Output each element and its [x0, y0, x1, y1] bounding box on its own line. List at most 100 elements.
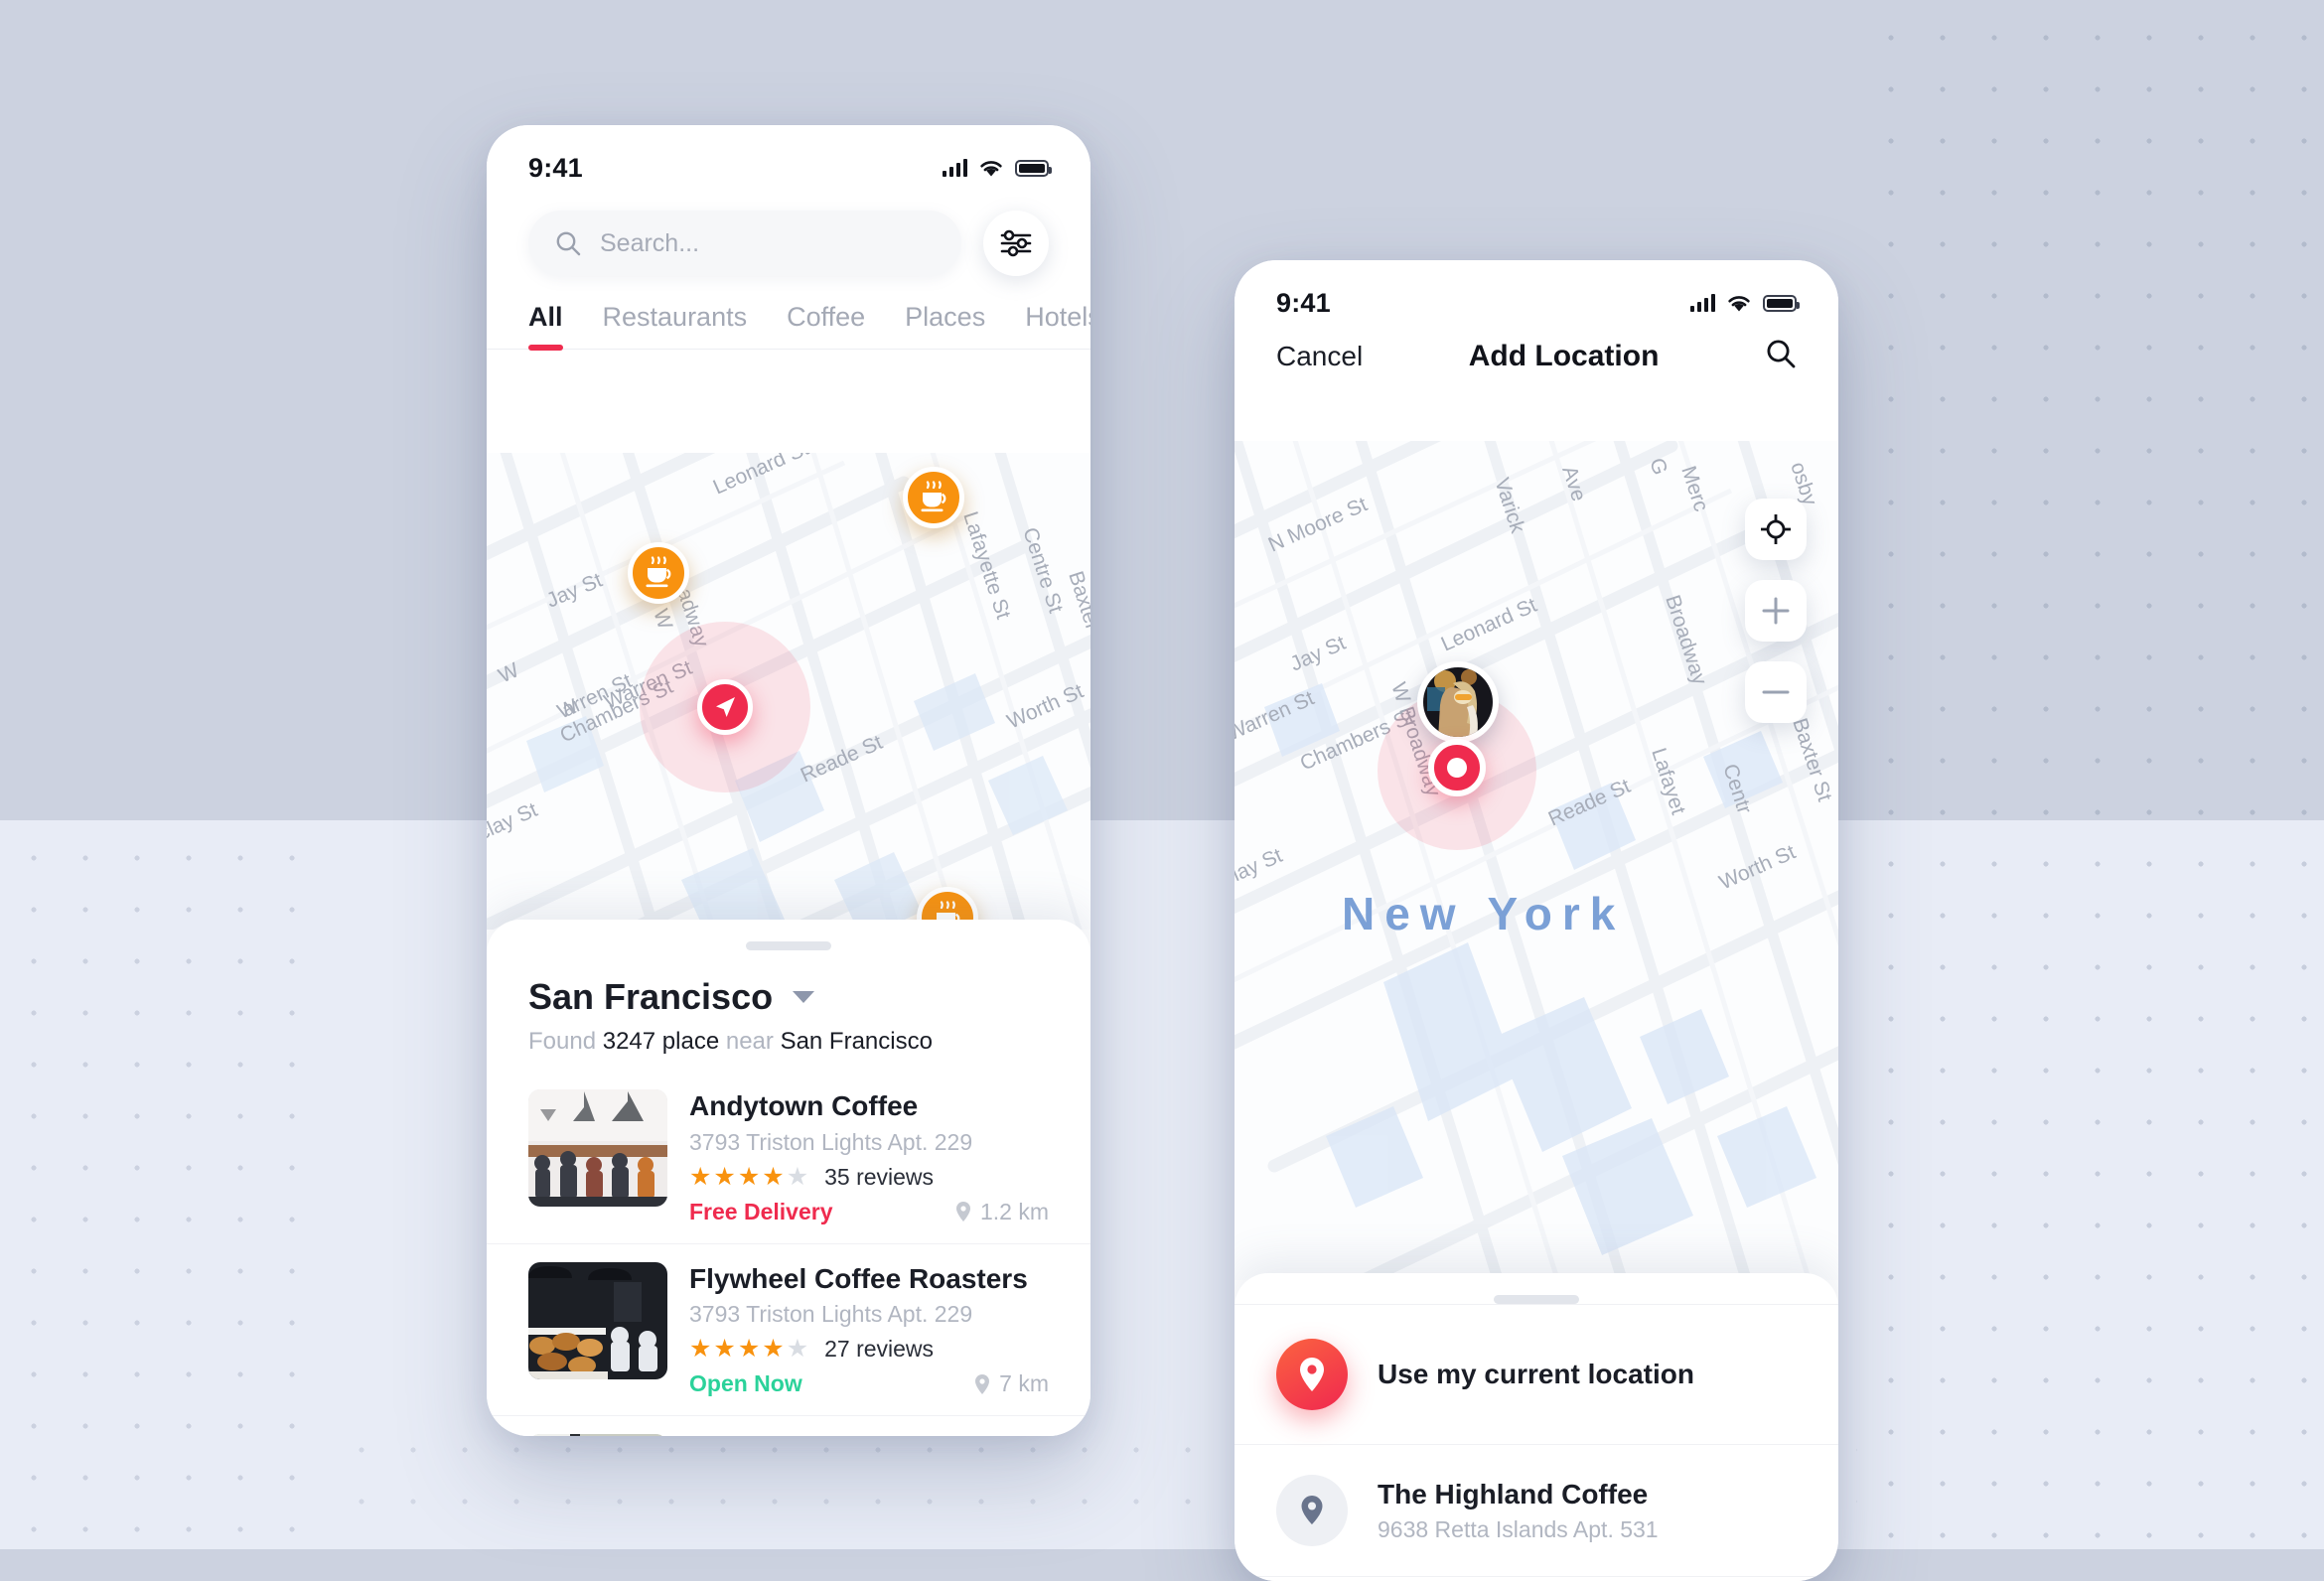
selected-location-marker[interactable]	[1428, 739, 1486, 796]
star-icon-empty: ★	[786, 1162, 809, 1191]
map-marker-coffee-1[interactable]	[628, 542, 689, 604]
place-list-item[interactable]: Mazarine Coffee 3793 Triston Lights Apt.…	[487, 1415, 1090, 1436]
star-icon: ★	[713, 1335, 736, 1364]
place-rating: ★ ★ ★ ★ ★ 35 reviews	[689, 1164, 1049, 1191]
map-pin-icon	[975, 1373, 990, 1394]
place-rating: ★ ★ ★ ★ ★ 27 reviews	[689, 1336, 1049, 1363]
cancel-button[interactable]: Cancel	[1276, 341, 1363, 372]
status-icons	[1690, 294, 1800, 313]
cellular-signal-icon	[943, 159, 967, 177]
tab-hotels[interactable]: Hotels	[1025, 302, 1090, 349]
place-info: Mazarine Coffee 3793 Triston Lights Apt.…	[689, 1434, 1049, 1436]
star-icon: ★	[762, 1335, 785, 1364]
navigation-arrow-icon	[716, 697, 735, 717]
place-meta: Open Now 7 km	[689, 1370, 1049, 1397]
place-address: 3793 Triston Lights Apt. 229	[689, 1301, 973, 1328]
search-input[interactable]	[600, 228, 936, 258]
current-location-icon-badge	[1276, 1339, 1348, 1410]
star-icon: ★	[689, 1335, 712, 1364]
location-list-item[interactable]: The Highland Coffee 9638 Retta Islands A…	[1235, 1444, 1838, 1576]
page-title: Add Location	[1468, 339, 1660, 372]
location-name: The Highland Coffee	[1378, 1478, 1649, 1509]
tab-places[interactable]: Places	[905, 302, 985, 349]
background-dot-pattern-left	[0, 820, 328, 1549]
phone-screen-add-location: 9:41 Cancel Add Location N Moore St Vari…	[1235, 260, 1838, 1581]
crosshair-icon	[1761, 514, 1791, 544]
phone-screen-discover: 9:41 Search... All Restaurants Coffee Pl…	[487, 125, 1090, 1436]
tab-coffee[interactable]: Coffee	[787, 302, 865, 349]
user-avatar-marker[interactable]	[1417, 661, 1499, 743]
drag-handle[interactable]	[746, 941, 831, 950]
minus-icon	[1762, 690, 1790, 694]
status-icons	[943, 159, 1052, 178]
filter-button[interactable]	[983, 211, 1049, 276]
locate-me-button[interactable]	[1745, 499, 1807, 560]
wifi-icon	[1728, 295, 1750, 311]
place-name: Flywheel Coffee Roasters	[689, 1262, 1028, 1294]
storefront-photo	[528, 1434, 667, 1436]
search-icon	[1767, 340, 1796, 368]
place-name: Mazarine Coffee	[689, 1434, 1049, 1436]
cellular-signal-icon	[1690, 294, 1715, 312]
map-pin-icon	[1300, 1358, 1324, 1391]
drag-handle[interactable]	[1494, 1295, 1579, 1304]
place-info: Flywheel Coffee Roasters 3793 Triston Li…	[689, 1262, 1049, 1398]
location-bottom-sheet: Use my current location The Highland Cof…	[1235, 1273, 1838, 1581]
found-city: San Francisco	[780, 1028, 933, 1055]
status-time: 9:41	[528, 152, 583, 183]
current-location-marker[interactable]	[697, 679, 753, 735]
results-bottom-sheet: San Francisco Found 3247 place near San …	[487, 920, 1090, 1436]
map-marker-coffee-2[interactable]	[903, 467, 964, 528]
location-address: 9638 Retta Islands Apt. 531	[1378, 1516, 1659, 1543]
status-badge: Free Delivery	[689, 1198, 833, 1224]
location-list-item[interactable]: Sightglass Coffee 769 Isadore Isle Suite…	[1235, 1576, 1838, 1581]
tab-all[interactable]: All	[528, 302, 563, 351]
found-mid: near	[725, 1028, 774, 1055]
star-rating: ★ ★ ★ ★ ★	[689, 1337, 808, 1362]
results-summary: Found 3247 place near San Francisco	[487, 1018, 1090, 1056]
zoom-in-button[interactable]	[1745, 580, 1807, 642]
review-count: 35 reviews	[824, 1163, 935, 1190]
star-icon: ★	[689, 1162, 712, 1191]
place-distance: 7 km	[973, 1370, 1049, 1397]
city-selector[interactable]: San Francisco	[487, 950, 1090, 1018]
battery-icon	[1763, 294, 1800, 312]
map-controls	[1745, 499, 1807, 723]
status-time: 9:41	[1276, 287, 1331, 318]
star-icon: ★	[762, 1162, 785, 1191]
found-count: 3247 place	[602, 1028, 720, 1055]
search-box[interactable]	[528, 211, 961, 276]
star-icon: ★	[713, 1162, 736, 1191]
status-badge: Open Now	[689, 1370, 802, 1397]
battery-icon	[1015, 159, 1052, 177]
wifi-icon	[980, 160, 1002, 176]
place-list-item[interactable]: Andytown Coffee 3793 Triston Lights Apt.…	[487, 1072, 1090, 1243]
distance-value: 7 km	[999, 1370, 1049, 1397]
tab-restaurants[interactable]: Restaurants	[603, 302, 748, 349]
location-icon-badge	[1276, 1475, 1348, 1546]
location-text: The Highland Coffee 9638 Retta Islands A…	[1378, 1478, 1659, 1544]
place-list-item[interactable]: Flywheel Coffee Roasters 3793 Triston Li…	[487, 1242, 1090, 1416]
map-canvas-add-location[interactable]: N Moore St Varick Ave G Merc osby Jay St…	[1235, 441, 1838, 1280]
chevron-down-icon[interactable]	[793, 991, 815, 1003]
category-tabs: All Restaurants Coffee Places Hotels	[487, 276, 1090, 351]
avatar	[1423, 667, 1493, 737]
use-current-location-item[interactable]: Use my current location	[1235, 1304, 1838, 1444]
map-canvas-discover[interactable]: Jay St Warren St W W arren St Chambers S…	[487, 453, 1090, 930]
zoom-out-button[interactable]	[1745, 661, 1807, 723]
coffee-cup-icon	[921, 481, 946, 512]
coffee-cup-icon	[646, 556, 671, 588]
city-name: San Francisco	[528, 976, 774, 1017]
place-list: Andytown Coffee 3793 Triston Lights Apt.…	[487, 1072, 1090, 1436]
star-rating: ★ ★ ★ ★ ★	[689, 1162, 809, 1191]
status-bar: 9:41	[487, 125, 1090, 197]
place-meta: Free Delivery 1.2 km	[689, 1199, 1049, 1225]
place-thumbnail	[528, 1261, 667, 1379]
search-row	[487, 197, 1090, 276]
sliders-filter-icon	[1000, 229, 1032, 257]
search-button[interactable]	[1765, 338, 1797, 374]
star-icon-empty: ★	[786, 1335, 809, 1364]
place-name: Andytown Coffee	[689, 1090, 919, 1121]
review-count: 27 reviews	[824, 1336, 935, 1363]
found-prefix: Found	[528, 1028, 597, 1055]
